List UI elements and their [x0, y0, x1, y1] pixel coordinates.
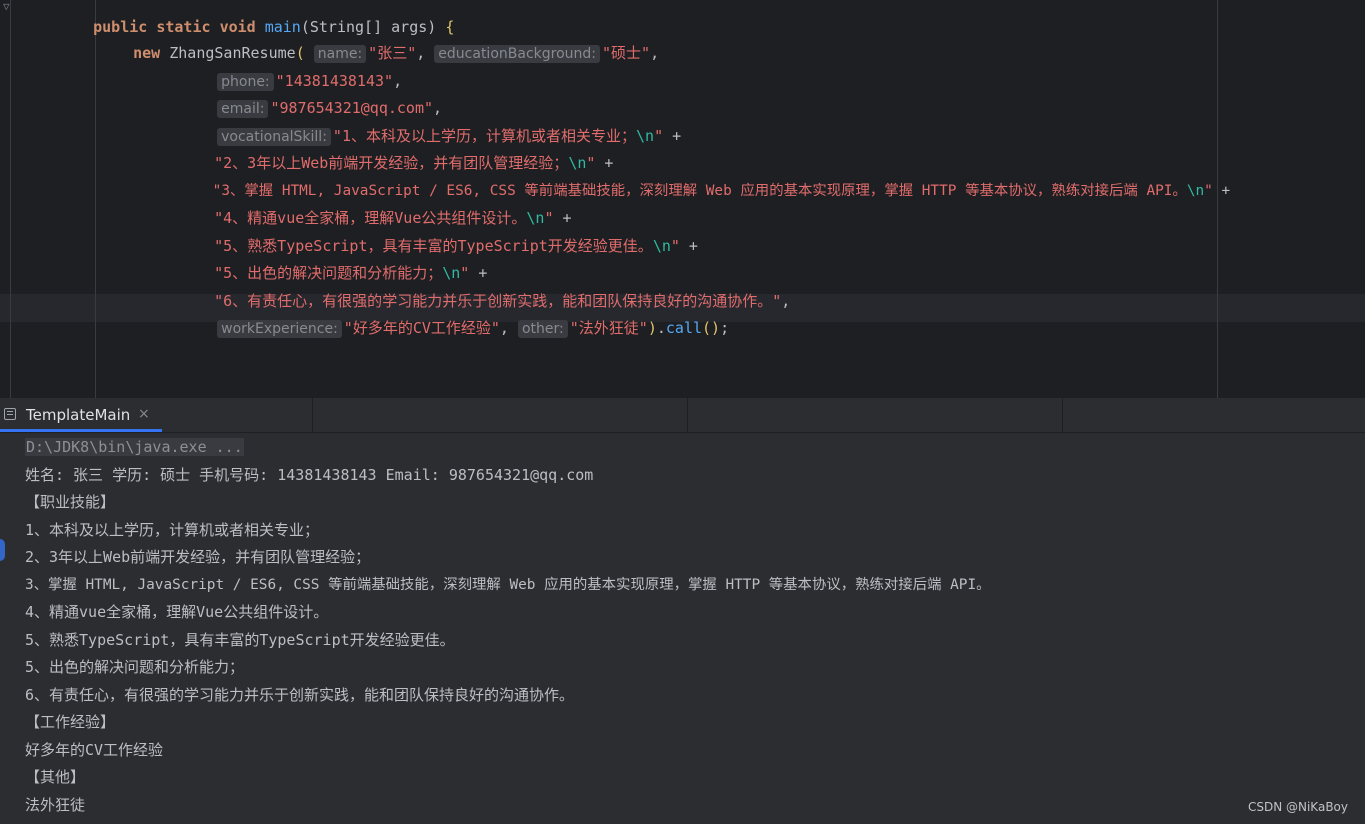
tab-divider	[687, 398, 688, 432]
code-line-email[interactable]: email: "987654321@qq.com",	[181, 78, 442, 118]
code-line-main-signature[interactable]: public static void main(String[] args) {	[57, 0, 454, 36]
plus-operator: +	[679, 237, 698, 255]
code-line-skill-6[interactable]: "5、出色的解决问题和分析能力；\n" +	[178, 243, 487, 282]
console-line: 【职业技能】	[25, 493, 116, 511]
escape-sequence: \n	[1186, 183, 1205, 199]
console-command-line: D:\JDK8\bin\java.exe ...	[25, 436, 244, 458]
console-line: 好多年的CV工作经验	[25, 741, 164, 759]
console-line: 1、本科及以上学历，计算机或者相关专业；	[25, 521, 320, 539]
close-icon[interactable]: ×	[138, 406, 150, 422]
string-quote: "	[654, 127, 664, 145]
console-line: 3、掌握 HTML, JavaScript / ES6, CSS 等前端基础技能…	[25, 577, 991, 593]
string-quote: "	[670, 237, 680, 255]
code-line-experience[interactable]: workExperience: "好多年的CV工作经验", other: "法外狂徒…	[181, 298, 729, 338]
tab-label: TemplateMain	[26, 406, 131, 424]
param-hint: workExperience:	[217, 320, 342, 338]
watermark: CSDN @NiKaBoy	[1247, 800, 1348, 814]
semicolon: ;	[720, 319, 730, 337]
comma: ,	[499, 319, 518, 337]
string-literal: "硕士"	[602, 44, 651, 62]
indent-guide	[10, 0, 11, 398]
indent-guide	[95, 0, 96, 398]
console-line: 4、精通vue全家桶，理解Vue公共组件设计。	[25, 603, 329, 621]
code-line-skill-5[interactable]: "5、熟悉TypeScript，具有丰富的TypeScript开发经验更佳。\n…	[178, 216, 698, 255]
code-line-constructor[interactable]: new ZhangSanResume( name: "张三", education…	[97, 23, 659, 63]
console-line: 6、有责任心，有很强的学习能力并乐于创新实践，能和团队保持良好的沟通协作。	[25, 686, 575, 704]
escape-sequence: \n	[636, 127, 655, 145]
console-icon	[4, 408, 16, 420]
console-line: 【其他】	[25, 768, 86, 786]
param-hint: educationBackground:	[434, 45, 601, 63]
param-hint: other:	[517, 320, 568, 338]
code-line-skill-1[interactable]: vocationalSkill: "1、本科及以上学历，计算机或者相关专业；\n"…	[181, 106, 681, 146]
console-line: 5、出色的解决问题和分析能力；	[25, 658, 245, 676]
code-editor[interactable]: ▽ public static void main(String[] args)…	[0, 0, 1365, 398]
string-quote: "	[1204, 183, 1213, 199]
comma: ,	[416, 44, 435, 62]
java-command: D:\JDK8\bin\java.exe ...	[25, 438, 244, 456]
comma: ,	[650, 44, 660, 62]
console-gutter-marker	[0, 539, 5, 561]
console-line: 【工作经验】	[25, 713, 116, 731]
console-line: 5、熟悉TypeScript，具有丰富的TypeScript开发经验更佳。	[25, 631, 455, 649]
comma: ,	[781, 292, 791, 310]
code-line-skill-7[interactable]: "6、有责任心，有很强的学习能力并乐于创新实践，能和团队保持良好的沟通协作。",	[178, 271, 790, 310]
run-tool-window-tabs: TemplateMain ×	[0, 398, 1365, 433]
code-line-skill-3[interactable]: "3、掌握 HTML, JavaScript / ES6, CSS 等前端基础技…	[178, 161, 1231, 199]
tab-divider	[1062, 398, 1063, 432]
fold-icon[interactable]: ▽	[3, 0, 10, 13]
active-tab-indicator	[0, 429, 162, 432]
tab-templatemain[interactable]: TemplateMain ×	[0, 398, 162, 432]
console-line: 法外狂徒	[25, 796, 86, 814]
escape-sequence: \n	[652, 237, 671, 255]
paren: )	[647, 319, 657, 337]
paren: ()	[702, 319, 721, 337]
code-line-skill-4[interactable]: "4、精通vue全家桶，理解Vue公共组件设计。\n" +	[178, 188, 571, 227]
console-output[interactable]: D:\JDK8\bin\java.exe ... 姓名: 张三 学历: 硕士 手…	[0, 433, 1365, 824]
code-line-skill-2[interactable]: "2、3年以上Web前端开发经验，并有团队管理经验；\n" +	[178, 133, 613, 172]
plus-operator: +	[1212, 183, 1231, 199]
dot: .	[656, 319, 666, 337]
keyword: new	[133, 44, 161, 62]
method-call: call	[665, 319, 703, 337]
string-literal: "好多年的CV工作经验"	[343, 319, 500, 337]
tab-divider	[312, 398, 313, 432]
code-line-phone[interactable]: phone: "14381438143",	[181, 51, 402, 91]
string-literal: "法外狂徒"	[569, 319, 648, 337]
console-line: 姓名: 张三 学历: 硕士 手机号码: 14381438143 Email: 9…	[25, 466, 594, 484]
console-line: 2、3年以上Web前端开发经验，并有团队管理经验；	[25, 548, 371, 566]
plus-operator: +	[663, 127, 682, 145]
